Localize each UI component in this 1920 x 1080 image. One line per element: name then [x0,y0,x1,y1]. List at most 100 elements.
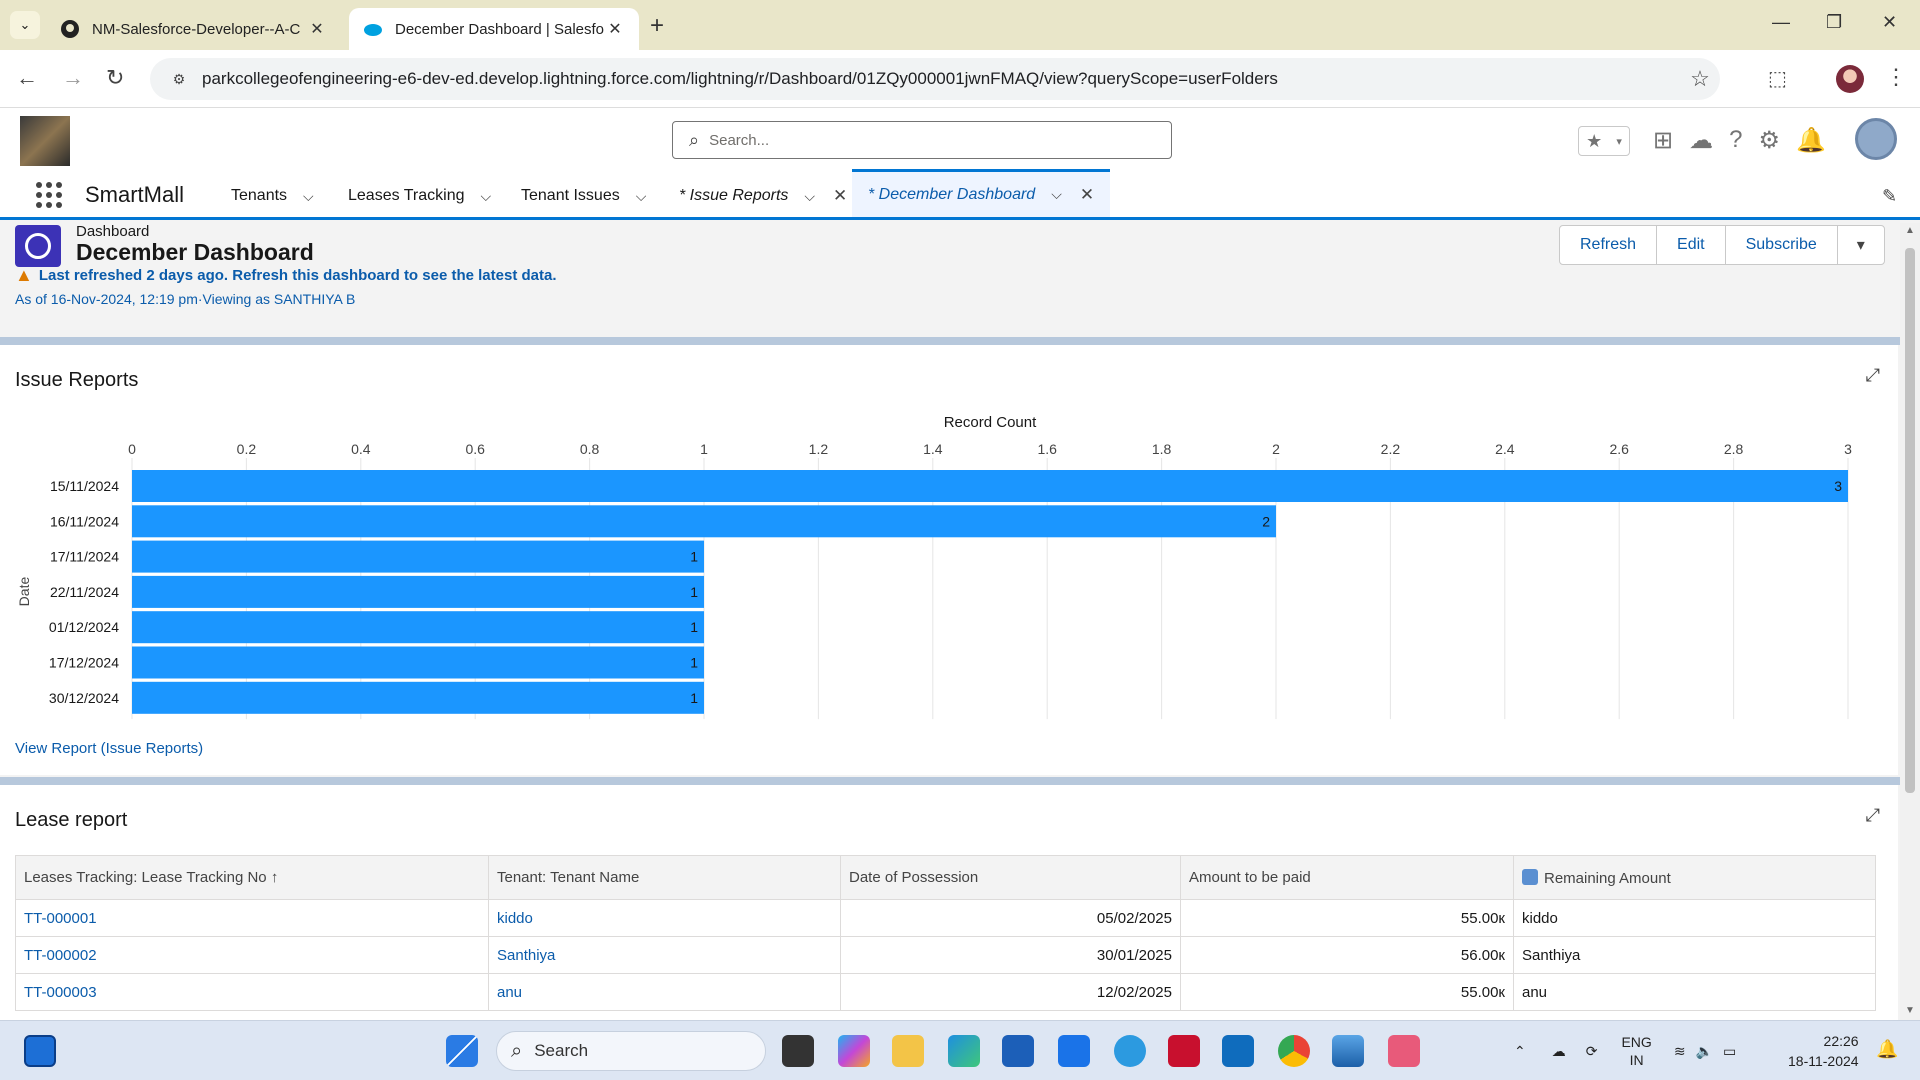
reload-icon[interactable]: ↻ [106,65,124,91]
close-tab-icon[interactable]: ✕ [1080,185,1094,205]
nav-item-label: * December Dashboard [868,185,1036,203]
chevron-down-icon[interactable]: ⌵ [636,188,647,205]
tenant-name-link[interactable]: Santhiya [488,936,841,974]
wifi-icon[interactable]: ≋ [1674,1043,1686,1060]
scroll-up-icon[interactable]: ▲ [1905,225,1915,236]
photos-icon[interactable] [1332,1035,1364,1067]
page-scrollbar[interactable]: ▲ ▼ [1900,223,1920,1020]
bookmark-star-icon[interactable]: ☆ [1680,66,1720,92]
y-axis-title: Date [16,577,32,607]
column-header[interactable]: Tenant: Tenant Name [488,855,841,900]
onedrive-cloud-icon[interactable]: ☁ [1552,1043,1566,1060]
clock-time: 22:26 [1823,1033,1859,1049]
close-tab-icon[interactable]: ✕ [833,186,847,206]
remaining-amount: Santhiya [1513,936,1876,974]
subscribe-button[interactable]: Subscribe [1724,225,1838,265]
nav-item-label: Tenants [231,187,288,204]
lease-no-link[interactable]: TT-000001 [15,899,489,937]
search-icon: ⌕ [689,129,700,150]
outlook-icon[interactable] [1222,1035,1254,1067]
tenant-name-link[interactable]: kiddo [488,899,841,937]
issue-reports-chart: Record Count0 0.2 0.4 0.6 0.8 1 1.2 1.4 1.6 1.8 2 2… [16,414,1852,720]
scrollbar-thumb[interactable] [1905,248,1915,793]
trailhead-icon[interactable]: ☁ [1689,126,1713,155]
chevron-down-icon[interactable]: ⌵ [481,188,492,205]
y-tick-label: 15/11/2024 [50,478,119,494]
extensions-icon[interactable]: ⬚ [1768,66,1787,91]
lease-no-link[interactable]: TT-000002 [15,936,489,974]
show-hidden-icons-chevron-icon[interactable]: ⌃ [1514,1043,1526,1060]
column-header[interactable]: Amount to be paid [1180,855,1514,900]
salesforce-cloud-icon [364,24,382,36]
global-create-icon[interactable]: ⊞ [1653,126,1673,155]
back-icon[interactable]: ← [16,65,38,91]
help-icon[interactable]: ? [1729,126,1742,154]
lease-no-link[interactable]: TT-000003 [15,973,489,1011]
close-window-icon[interactable]: ✕ [1882,12,1897,33]
tenant-name-link[interactable]: anu [488,973,841,1011]
edge-icon[interactable] [948,1035,980,1067]
nav-item-tenant-issues[interactable]: Tenant Issues ⌵ [521,172,646,220]
language-indicator[interactable]: ENG IN [1621,1033,1651,1069]
taskbar-search[interactable]: ⌕ Search [496,1031,766,1071]
browser-menu-icon[interactable]: ⋮ [1885,64,1907,90]
nav-item-tenants[interactable]: Tenants ⌵ [231,172,314,220]
myhp-icon[interactable] [1058,1035,1090,1067]
task-view-icon[interactable] [782,1035,814,1067]
org-logo[interactable] [20,116,70,166]
app-launcher-icon[interactable] [36,182,62,208]
setup-gear-icon[interactable]: ⚙ [1758,126,1780,155]
copilot-icon[interactable] [838,1035,870,1067]
close-icon[interactable]: ✕ [307,19,327,39]
taskbar-clock[interactable]: 22:26 18-11-2024 [1788,1031,1859,1071]
chevron-down-icon[interactable]: ⌵ [303,188,314,205]
widgets-icon[interactable] [24,1035,56,1067]
browser-tab-dashboard[interactable]: December Dashboard | Salesfor ✕ [349,8,639,50]
scroll-down-icon[interactable]: ▼ [1905,1005,1915,1016]
edit-button[interactable]: Edit [1656,225,1726,265]
start-windows-icon[interactable] [446,1035,478,1067]
mcafee-icon[interactable] [1168,1035,1200,1067]
url-text[interactable]: parkcollegeofengineering-e6-dev-ed.devel… [196,69,1680,89]
favorites-button[interactable]: ★ ▾ [1578,126,1630,156]
global-search-input[interactable]: ⌕ Search... [672,121,1172,159]
address-bar[interactable]: ⚙ parkcollegeofengineering-e6-dev-ed.dev… [150,58,1720,100]
chevron-down-icon[interactable]: ⌵ [1051,186,1062,203]
more-actions-button[interactable]: ▾ [1836,225,1885,265]
x-tick-label: 0.2 [237,441,257,457]
nav-tab-issue-reports[interactable]: * Issue Reports ⌵ ✕ [679,172,847,220]
volume-icon[interactable]: 🔈 [1696,1043,1713,1060]
nav-item-leases-tracking[interactable]: Leases Tracking ⌵ [348,172,491,220]
forward-icon[interactable]: → [62,65,84,91]
edit-nav-pencil-icon[interactable]: ✎ [1882,186,1897,207]
browser-tab-github[interactable]: NM-Salesforce-Developer--A-C ✕ [46,8,341,50]
snipping-tool-icon[interactable] [1388,1035,1420,1067]
sync-icon[interactable]: ⟳ [1586,1043,1598,1060]
new-tab-icon[interactable]: + [650,12,664,40]
file-explorer-icon[interactable] [892,1035,924,1067]
close-icon[interactable]: ✕ [605,19,625,39]
table-row: TT-000003 anu 12/02/2025 55.00к anu [15,973,1876,1011]
minimize-icon[interactable]: — [1772,12,1790,33]
refresh-button[interactable]: Refresh [1559,225,1658,265]
tab-search-button[interactable]: ⌄ [10,11,40,39]
battery-icon[interactable]: ▭ [1723,1043,1736,1060]
nav-tab-december-dashboard[interactable]: * December Dashboard ⌵ ✕ [852,169,1111,217]
chrome-icon[interactable] [1278,1035,1310,1067]
chevron-down-icon[interactable]: ⌵ [804,188,815,205]
notifications-bell-icon[interactable]: 🔔 [1796,126,1826,155]
notification-bell-icon[interactable]: 🔔 [1876,1039,1898,1060]
help-app-icon[interactable] [1114,1035,1146,1067]
view-report-link[interactable]: View Report (Issue Reports) [15,740,203,757]
column-header[interactable]: Leases Tracking: Lease Tracking No ↑ [15,855,489,900]
expand-icon[interactable]: ⤢ [1866,805,1880,826]
column-header[interactable]: Date of Possession [840,855,1181,900]
site-info-icon[interactable]: ⚙ [162,71,196,88]
profile-avatar[interactable] [1836,65,1864,93]
warning-text: Last refreshed 2 days ago. Refresh this … [38,267,557,284]
store-icon[interactable] [1002,1035,1034,1067]
restore-icon[interactable]: ❐ [1826,12,1842,33]
column-header[interactable]: Remaining Amount [1513,855,1876,900]
user-avatar[interactable] [1855,118,1897,160]
x-tick-label: 1.2 [809,441,829,457]
